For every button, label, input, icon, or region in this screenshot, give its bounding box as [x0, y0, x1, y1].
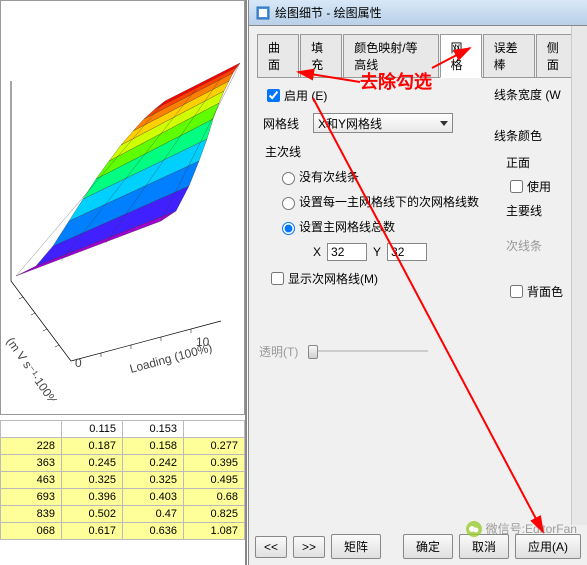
svg-text:10: 10	[196, 335, 210, 349]
watermark-text: 微信号:EditorFan	[486, 520, 577, 537]
app-icon	[255, 5, 271, 21]
scrollbar[interactable]	[571, 26, 587, 525]
enable-label: 启用 (E)	[284, 87, 327, 104]
svg-text:(m V s⁻¹·100%): (m V s⁻¹·100%)	[4, 335, 63, 401]
prev-button[interactable]: <<	[255, 536, 287, 558]
svg-text:0: 0	[75, 356, 82, 370]
table-cell[interactable]: 363	[1, 455, 62, 472]
ok-button[interactable]: 确定	[403, 534, 453, 559]
table-cell[interactable]: 0.68	[184, 489, 245, 506]
radio-total-main-label: 设置主网格线总数	[299, 218, 395, 235]
table-cell[interactable]: 228	[1, 438, 62, 455]
y-label: Y	[373, 245, 381, 259]
table-cell[interactable]: 0.245	[62, 455, 123, 472]
table-cell[interactable]: 0.325	[62, 472, 123, 489]
dialog-titlebar: 绘图细节 - 绘图属性	[249, 0, 587, 26]
gridline-label: 网格线	[263, 115, 307, 132]
gridline-dropdown[interactable]: X和Y网格线	[313, 113, 453, 133]
chevron-down-icon	[440, 121, 448, 126]
left-panel: Loading (100%) (m V s⁻¹·100%) 10 0 0.115…	[0, 0, 247, 565]
button-bar: << >> 矩阵 确定 取消 应用(A)	[255, 534, 581, 559]
table-cell[interactable]: 839	[1, 506, 62, 523]
table-cell[interactable]: 0.158	[123, 438, 184, 455]
use-checkbox[interactable]	[510, 180, 523, 193]
x-input[interactable]	[327, 243, 367, 261]
dialog-title: 绘图细节 - 绘图属性	[275, 4, 382, 21]
plot-3d-area: Loading (100%) (m V s⁻¹·100%) 10 0	[0, 0, 245, 415]
next-button[interactable]: >>	[293, 536, 325, 558]
wechat-icon	[466, 521, 482, 537]
gridline-dropdown-value: X和Y网格线	[318, 115, 382, 132]
table-cell[interactable]: 0.395	[184, 455, 245, 472]
table-cell[interactable]: 0.396	[62, 489, 123, 506]
radio-per-main[interactable]	[282, 197, 295, 210]
transparency-slider[interactable]	[308, 341, 428, 361]
table-cell[interactable]: 1.087	[184, 523, 245, 540]
table-cell[interactable]: 0.495	[184, 472, 245, 489]
table-cell[interactable]	[184, 421, 245, 438]
back-color-label: 背面色	[527, 283, 563, 300]
use-label: 使用	[527, 178, 551, 195]
table-cell[interactable]: 0.187	[62, 438, 123, 455]
tab-3[interactable]: 网格	[440, 34, 482, 78]
dialog-body: 曲面填充颜色映射/等高线网格误差棒侧面 启用 (E) 网格线 X和Y网格线 主次…	[249, 26, 587, 506]
matrix-button[interactable]: 矩阵	[331, 534, 381, 559]
table-cell[interactable]: 693	[1, 489, 62, 506]
table-cell[interactable]: 0.325	[123, 472, 184, 489]
data-table: 0.1150.153 2280.1870.1580.277 3630.2450.24…	[0, 420, 245, 560]
table-cell[interactable]: 0.47	[123, 506, 184, 523]
y-input[interactable]	[387, 243, 427, 261]
tab-4[interactable]: 误差棒	[483, 34, 535, 77]
table-cell[interactable]: 0.277	[184, 438, 245, 455]
radio-no-sub-label: 没有次线条	[299, 168, 359, 185]
table-cell[interactable]: 0.617	[62, 523, 123, 540]
surface-plot: Loading (100%) (m V s⁻¹·100%) 10 0	[1, 21, 241, 401]
radio-per-main-label: 设置每一主网格线下的次网格线数	[299, 193, 479, 210]
radio-no-sub[interactable]	[282, 172, 295, 185]
table-cell[interactable]: 0.825	[184, 506, 245, 523]
tab-1[interactable]: 填充	[300, 34, 342, 77]
enable-checkbox[interactable]	[267, 89, 280, 102]
table-cell[interactable]: 0.153	[123, 421, 184, 438]
transparency-label: 透明(T)	[259, 343, 298, 360]
back-color-checkbox[interactable]	[510, 285, 523, 298]
data-grid[interactable]: 0.1150.153 2280.1870.1580.277 3630.2450.24…	[0, 420, 245, 540]
x-label: X	[313, 245, 321, 259]
table-cell[interactable]: 068	[1, 523, 62, 540]
watermark: 微信号:EditorFan	[466, 520, 577, 537]
apply-button[interactable]: 应用(A)	[515, 534, 581, 559]
annotation-text: 去除勾选	[360, 68, 432, 94]
transparency-row: 透明(T)	[259, 341, 438, 361]
show-sub-label: 显示次网格线(M)	[288, 270, 378, 287]
table-cell[interactable]: 0.115	[62, 421, 123, 438]
show-sub-checkbox[interactable]	[271, 272, 284, 285]
tab-0[interactable]: 曲面	[257, 34, 299, 77]
table-cell[interactable]: 0.242	[123, 455, 184, 472]
table-cell[interactable]: 0.502	[62, 506, 123, 523]
table-cell[interactable]: 0.636	[123, 523, 184, 540]
table-cell[interactable]: 0.403	[123, 489, 184, 506]
cancel-button[interactable]: 取消	[459, 534, 509, 559]
radio-total-main[interactable]	[282, 222, 295, 235]
table-cell[interactable]: 463	[1, 472, 62, 489]
table-cell[interactable]	[1, 421, 62, 438]
